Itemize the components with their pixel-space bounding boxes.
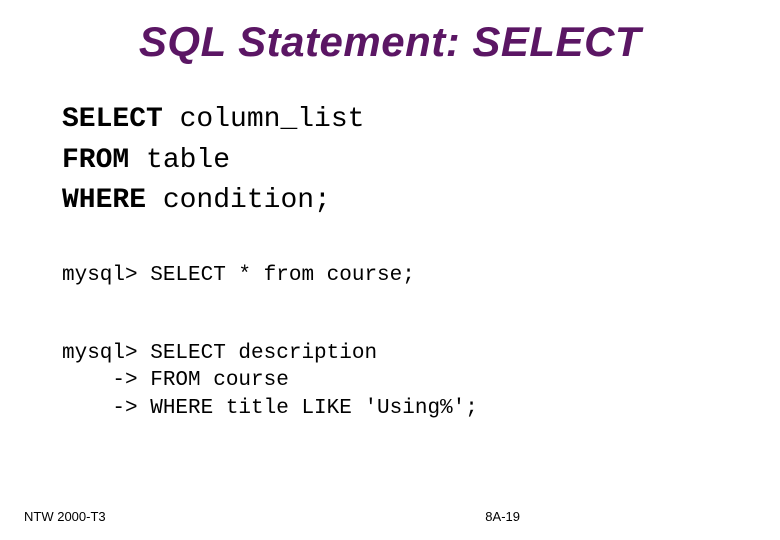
syntax-line-where: WHERE condition; — [62, 181, 364, 222]
syntax-block: SELECT column_list FROM table WHERE cond… — [62, 100, 364, 222]
example-1: mysql> SELECT * from course; — [62, 264, 415, 287]
footer-left: NTW 2000-T3 — [24, 509, 106, 524]
keyword-from: FROM — [62, 145, 129, 176]
args-from: table — [129, 145, 230, 176]
footer-page-number: 8A-19 — [485, 509, 520, 524]
keyword-where: WHERE — [62, 185, 146, 216]
slide-title: SQL Statement: SELECT — [0, 18, 780, 66]
args-where: condition; — [146, 185, 331, 216]
slide: SQL Statement: SELECT SELECT column_list… — [0, 0, 780, 540]
args-select: column_list — [163, 104, 365, 135]
keyword-select: SELECT — [62, 104, 163, 135]
syntax-line-from: FROM table — [62, 141, 364, 182]
example-2: mysql> SELECT description -> FROM course… — [62, 340, 478, 422]
syntax-line-select: SELECT column_list — [62, 100, 364, 141]
